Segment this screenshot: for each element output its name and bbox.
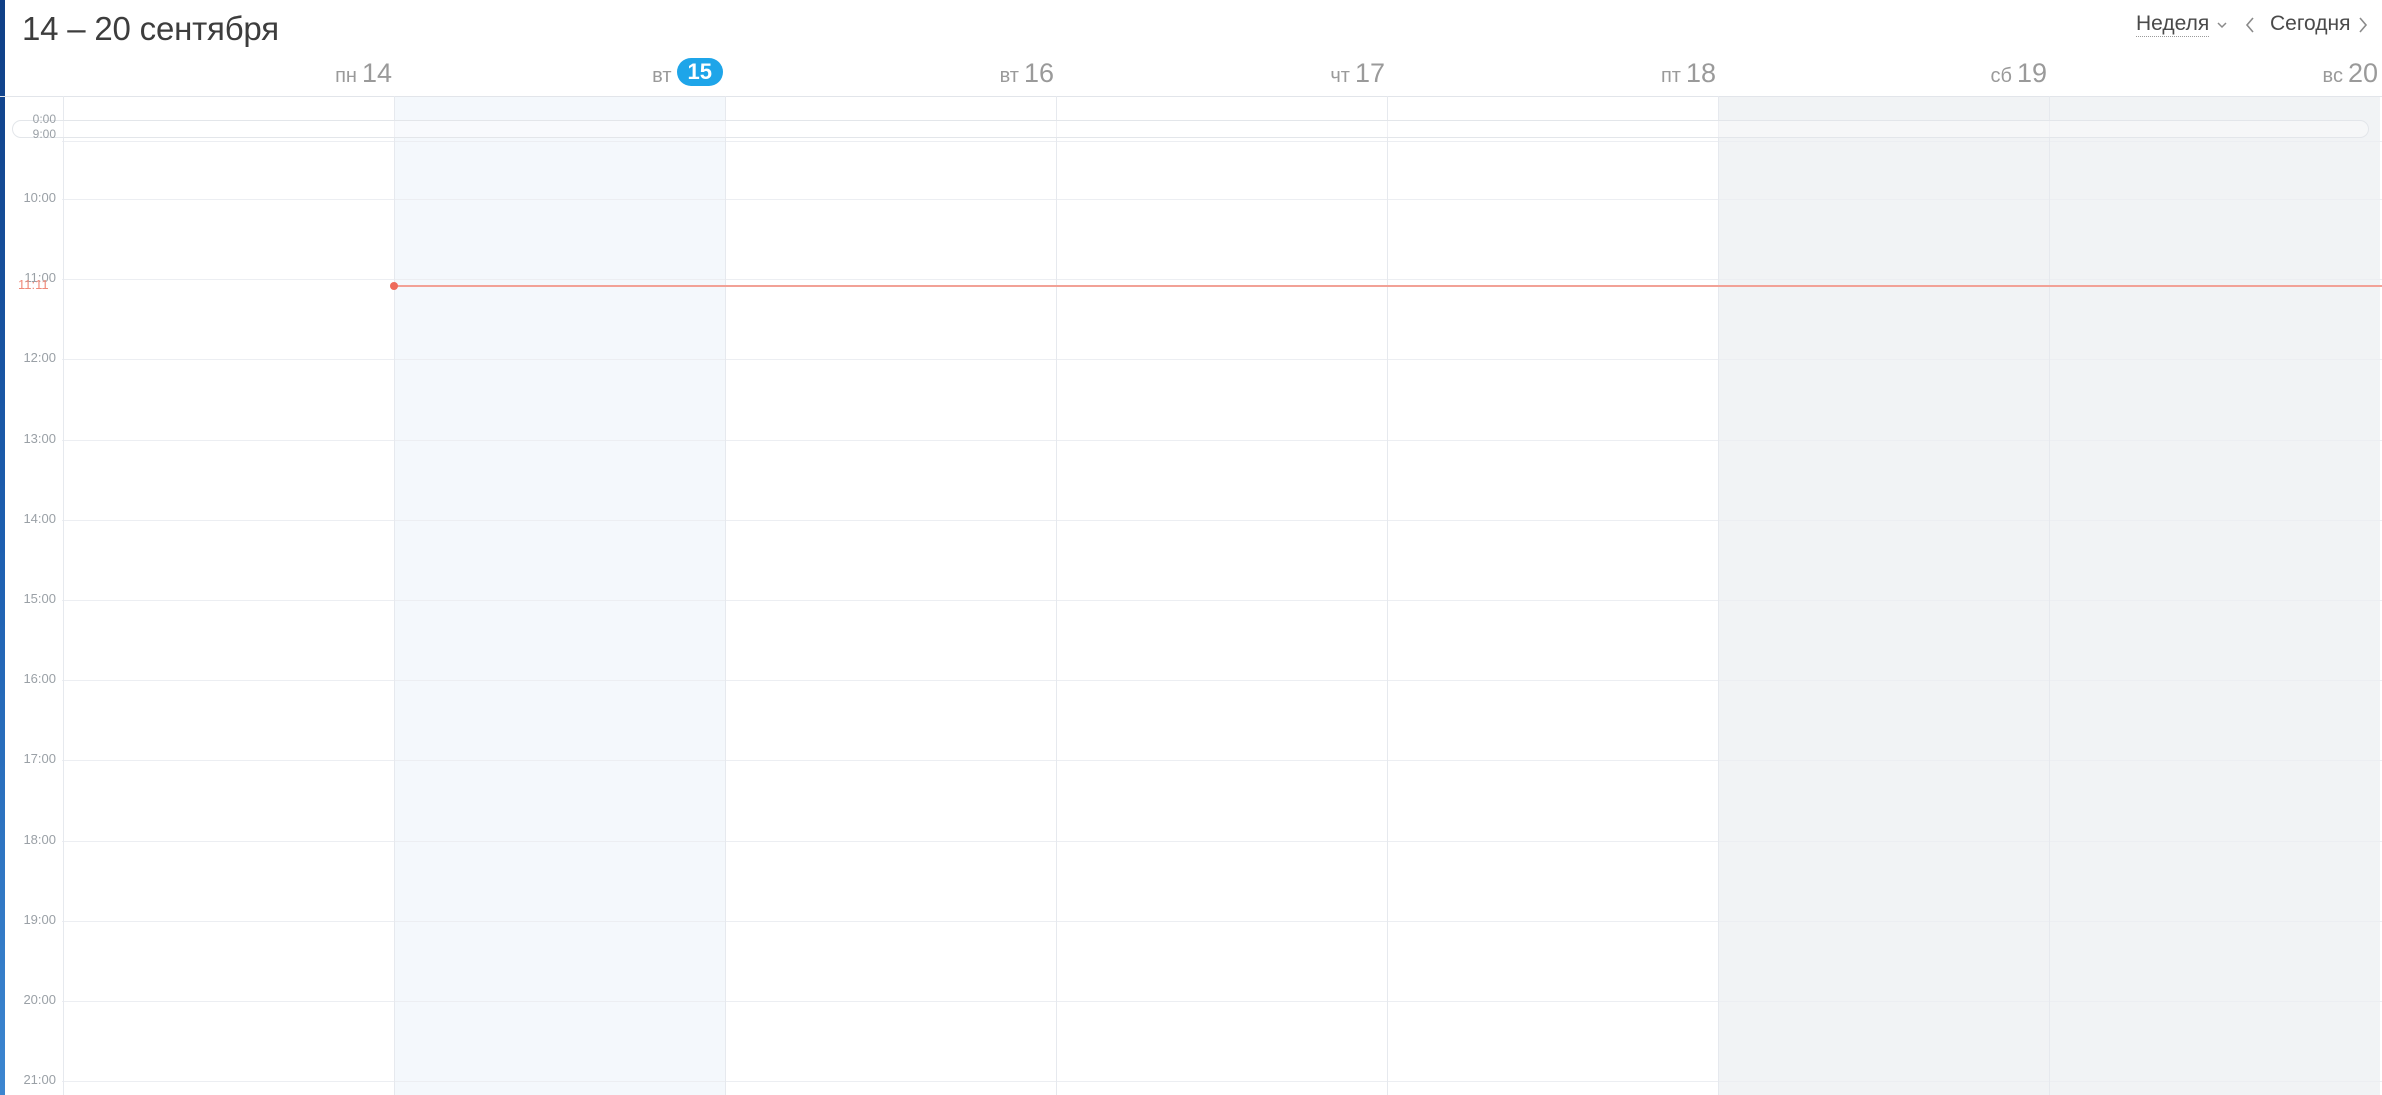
day-header-weekday: сб [1990,65,2012,87]
day-header-date: 17 [1354,58,1385,88]
day-column-divider [2049,96,2050,1095]
hour-label: 17:00 [23,751,56,766]
hour-gridline [62,199,2382,200]
allday-end-label: 9:00 [32,127,56,141]
day-column-divider [1056,96,1057,1095]
calendar-header: 14 – 20 сентября Неделя Сегодня пн 14 вт 15… [0,0,2382,96]
allday-start-label: 0:00 [32,112,56,126]
day-header-date: 19 [2016,58,2047,88]
hour-gridline [62,1001,2382,1002]
hour-label: 14:00 [23,511,56,526]
grid-top-border [0,96,2382,97]
day-header-date: 14 [361,58,392,88]
current-time-line [394,285,2382,287]
view-selector-label: Неделя [2136,12,2210,37]
day-header-date: 16 [1023,58,1054,88]
day-header-weekday: пт [1660,65,1681,87]
hour-gridline [62,841,2382,842]
hour-label: 21:00 [23,1072,56,1087]
current-time-label: 11:11 [18,277,49,292]
hour-gridline [62,600,2382,601]
current-time-dot [390,282,398,290]
date-range-title: 14 – 20 сентября [22,10,279,47]
day-column-divider [1718,96,1719,1095]
day-header-15[interactable]: вт 15 [392,58,723,88]
day-header-19[interactable]: сб 19 [1716,58,2047,89]
chevron-left-icon[interactable] [2244,15,2256,40]
day-header-weekday: вт [999,65,1019,87]
week-grid[interactable]: 0:00 9:00 10:00 11:00 12:00 13:00 14:00 15:00… [0,96,2382,1095]
day-header-weekday: пн [335,65,357,87]
hour-label: 20:00 [23,992,56,1007]
hour-label: 10:00 [23,190,56,205]
day-header-date: 20 [2347,58,2378,88]
hour-gridline [62,921,2382,922]
hour-label: 13:00 [23,431,56,446]
today-button[interactable]: Сегодня [2270,12,2350,36]
hour-gridline [62,680,2382,681]
chevron-right-icon[interactable] [2357,15,2369,40]
day-header-weekday: вс [2322,65,2343,87]
hour-gridline [62,520,2382,521]
day-column-divider [725,96,726,1095]
hour-label: 15:00 [23,591,56,606]
today-date-badge: 15 [676,58,723,86]
day-column-divider [394,96,395,1095]
weekend-column[interactable] [1718,96,2049,1095]
hour-gridline [62,1081,2382,1082]
day-header-16[interactable]: вт 16 [723,58,1054,89]
day-header-17[interactable]: чт 17 [1054,58,1385,89]
today-column[interactable] [394,96,725,1095]
hour-label: 18:00 [23,832,56,847]
view-selector[interactable]: Неделя [2136,12,2229,37]
hour-gridline [62,141,2382,142]
day-header-14[interactable]: пн 14 [61,58,392,89]
chevron-down-icon [2215,12,2229,36]
day-column-divider [1387,96,1388,1095]
hour-gridline [62,359,2382,360]
day-header-18[interactable]: пт 18 [1385,58,1716,89]
day-header-date: 18 [1685,58,1716,88]
day-column-divider [63,96,64,1095]
weekend-column[interactable] [2049,96,2380,1095]
hour-label: 12:00 [23,350,56,365]
hour-gridline [62,440,2382,441]
all-day-row[interactable] [12,120,2369,138]
day-header-20[interactable]: вс 20 [2047,58,2378,89]
day-header-weekday: вт [652,65,672,87]
hour-label: 19:00 [23,912,56,927]
hour-label: 16:00 [23,671,56,686]
day-header-weekday: чт [1330,65,1350,87]
hour-gridline [62,760,2382,761]
hour-gridline [62,279,2382,280]
